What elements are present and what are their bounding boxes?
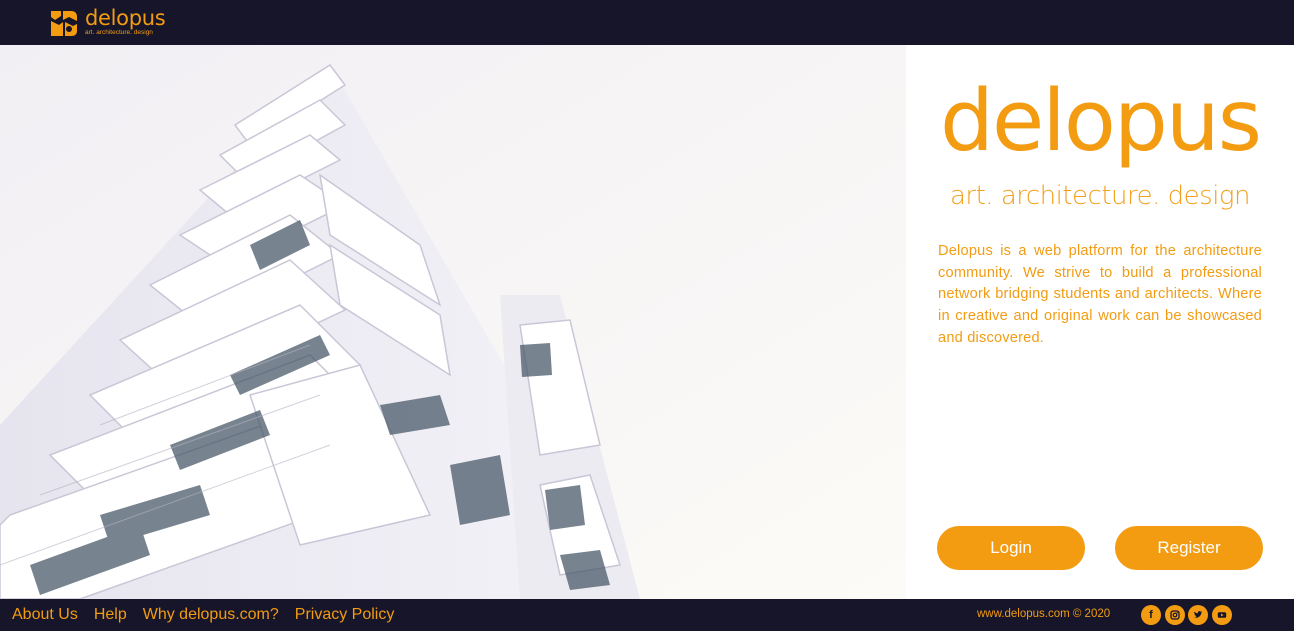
instagram-icon[interactable]	[1164, 605, 1185, 625]
brand-name: delopus	[940, 72, 1262, 171]
header-logo[interactable]: delopus art. architecture. design	[49, 5, 166, 37]
hero-building-image	[0, 45, 906, 599]
facebook-icon[interactable]: f	[1141, 605, 1161, 625]
youtube-icon[interactable]	[1211, 605, 1232, 625]
platform-description: Delopus is a web platform for the archit…	[938, 243, 1262, 346]
top-bar: delopus art. architecture. design	[0, 0, 1294, 45]
delopus-logo-icon	[51, 11, 77, 36]
copyright-text: www.delopus.com © 2020	[977, 608, 1111, 620]
login-button[interactable]: Login	[937, 526, 1085, 570]
register-button[interactable]: Register	[1115, 526, 1263, 570]
footer: About Us Help Why delopus.com? Privacy P…	[0, 599, 1294, 631]
header-logo-name: delopus	[85, 5, 166, 30]
header-logo-tagline: art. architecture. design	[85, 28, 153, 36]
twitter-icon[interactable]	[1188, 605, 1208, 625]
brand-tagline: art. architecture. design	[949, 181, 1251, 211]
footer-link-about-us[interactable]: About Us	[12, 606, 78, 624]
footer-link-privacy-policy[interactable]: Privacy Policy	[295, 606, 395, 624]
footer-link-help[interactable]: Help	[94, 606, 127, 624]
footer-link-why-delopus[interactable]: Why delopus.com?	[143, 606, 279, 624]
footer-links: About Us Help Why delopus.com? Privacy P…	[12, 606, 410, 624]
building-illustration	[0, 45, 906, 599]
intro-panel: delopus art. architecture. design Delopu…	[906, 45, 1294, 599]
social-links: f	[1141, 605, 1235, 625]
